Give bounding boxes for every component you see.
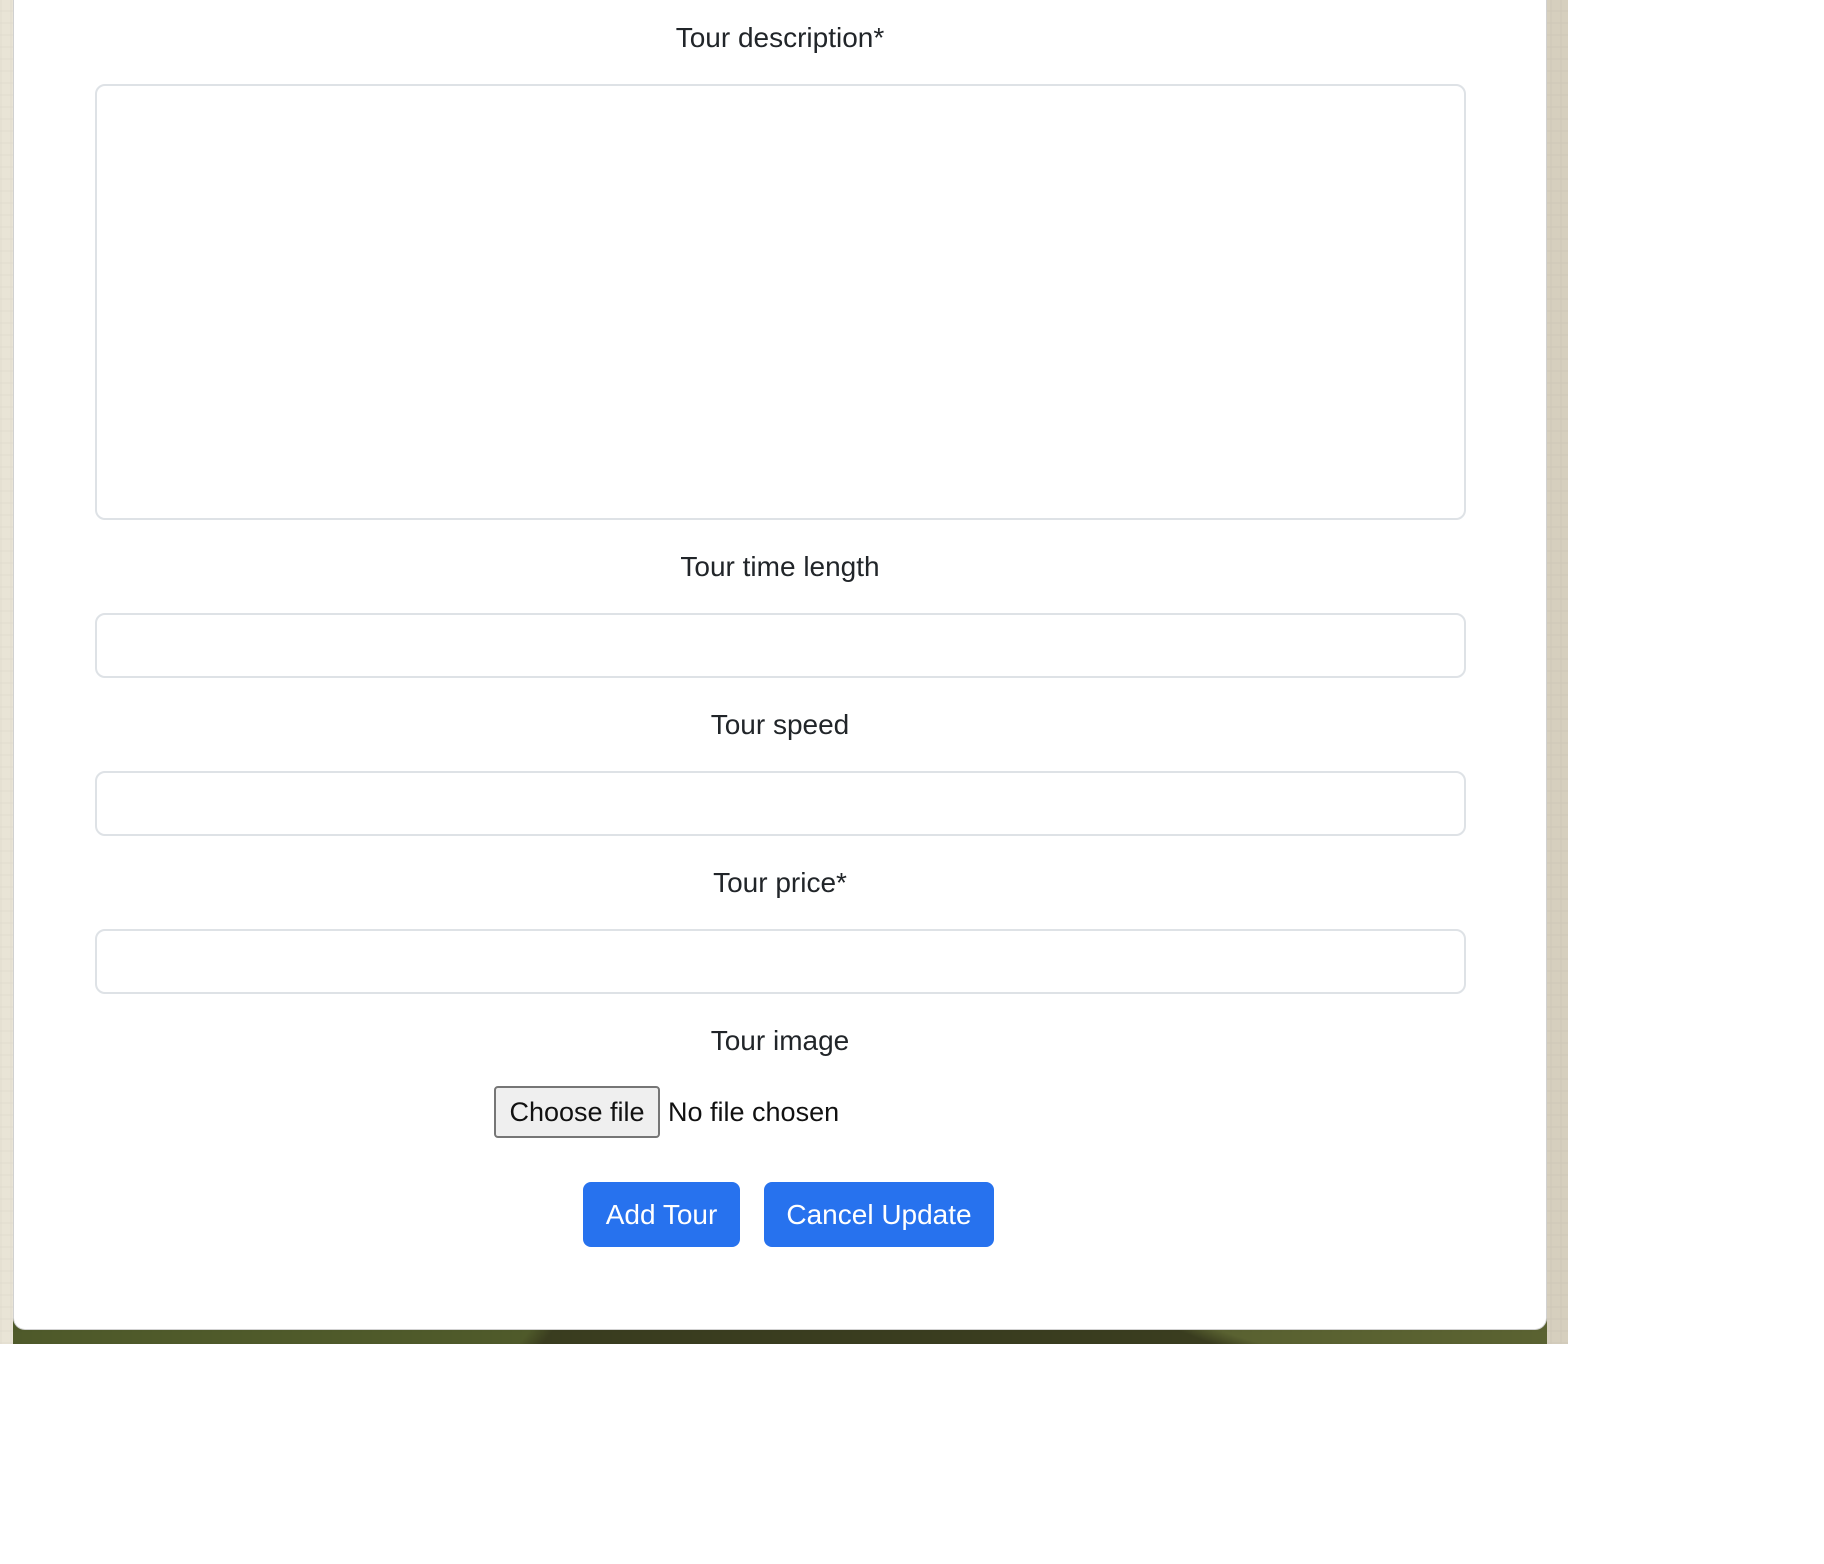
tour-image-label: Tour image xyxy=(710,1025,850,1056)
tour-speed-input[interactable] xyxy=(95,771,1466,836)
tour-image-file-input[interactable]: Choose file No file chosen xyxy=(14,1086,1546,1138)
tour-speed-label: Tour speed xyxy=(710,709,850,740)
cancel-update-button[interactable]: Cancel Update xyxy=(764,1182,994,1247)
add-tour-button[interactable]: Add Tour xyxy=(583,1182,740,1247)
file-status-text: No file chosen xyxy=(668,1097,840,1127)
tour-description-textarea[interactable] xyxy=(95,84,1466,520)
tour-price-label: Tour price* xyxy=(713,867,847,898)
tour-time-length-label: Tour time length xyxy=(680,551,880,582)
tour-description-label: Tour description* xyxy=(675,22,885,53)
tour-price-input[interactable] xyxy=(95,929,1466,994)
tour-form-panel: Tour description* Tour time length Tour … xyxy=(13,0,1547,1330)
choose-file-button[interactable]: Choose file xyxy=(494,1086,660,1138)
tour-time-length-input[interactable] xyxy=(95,613,1466,678)
